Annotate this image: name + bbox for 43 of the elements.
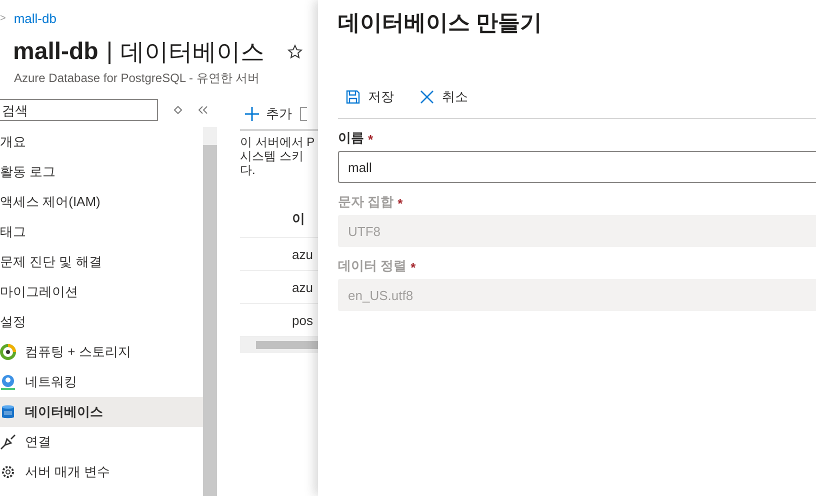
breadcrumb-link[interactable]: mall-db <box>14 10 56 26</box>
breadcrumb-separator: > <box>0 12 6 24</box>
page-title: mall-db <box>13 38 98 66</box>
panel-title: 데이터베이스 만들기 <box>338 9 544 37</box>
sidebar-item[interactable]: 네트워킹 <box>0 367 203 397</box>
page-title: 데이터베이스 <box>120 38 265 68</box>
save-icon <box>346 90 360 104</box>
sidebar-item[interactable]: 데이터베이스 <box>0 397 203 427</box>
sidebar-item[interactable]: 액세스 제어(IAM) <box>0 187 203 217</box>
diamond-icon[interactable] <box>174 106 182 114</box>
description-line: 이 서버에서 P <box>240 135 316 149</box>
page-subtitle: Azure Database for PostgreSQL - 유연한 서버 <box>14 70 261 87</box>
sidebar-item[interactable]: 연결 <box>0 427 203 457</box>
gear-icon <box>0 464 16 480</box>
plug-icon <box>0 434 16 450</box>
sidebar-item[interactable]: 설정 <box>0 307 203 337</box>
sidebar-item[interactable]: 컴퓨팅 + 스토리지 <box>0 337 203 367</box>
description-line: 다. <box>240 163 256 177</box>
add-button[interactable]: 추가 <box>244 105 292 123</box>
sidebar-item[interactable]: 마이그레이션 <box>0 277 203 307</box>
field-label: 데이터 정렬 * <box>338 257 417 277</box>
star-icon[interactable] <box>286 44 303 60</box>
plus-icon <box>244 106 260 122</box>
sidebar-item[interactable]: 태그 <box>0 217 203 247</box>
gauge-icon <box>0 344 16 360</box>
toolbar-icon[interactable] <box>300 107 307 121</box>
text-field[interactable]: mall <box>338 151 816 183</box>
cancel-button[interactable]: 취소 <box>412 88 468 106</box>
scrollbar[interactable] <box>240 337 318 353</box>
search-field[interactable]: 검색 <box>0 99 158 121</box>
description-line: 시스템 스키 <box>240 149 304 163</box>
sidebar-item[interactable]: 개요 <box>0 127 203 157</box>
database-icon <box>0 404 16 420</box>
close-icon <box>420 90 434 104</box>
sidebar-item[interactable]: 활동 로그 <box>0 157 203 187</box>
sidebar-item[interactable]: 서버 매개 변수 <box>0 457 203 487</box>
title-separator: | <box>106 38 113 66</box>
collapse-icon[interactable] <box>198 106 208 114</box>
sidebar-item[interactable]: 문제 진단 및 해결 <box>0 247 203 277</box>
field-label: 문자 집합 * <box>338 193 404 213</box>
save-button[interactable]: 저장 <box>338 88 394 106</box>
scrollbar[interactable] <box>203 127 217 496</box>
field-label: 이름 * <box>338 129 374 149</box>
